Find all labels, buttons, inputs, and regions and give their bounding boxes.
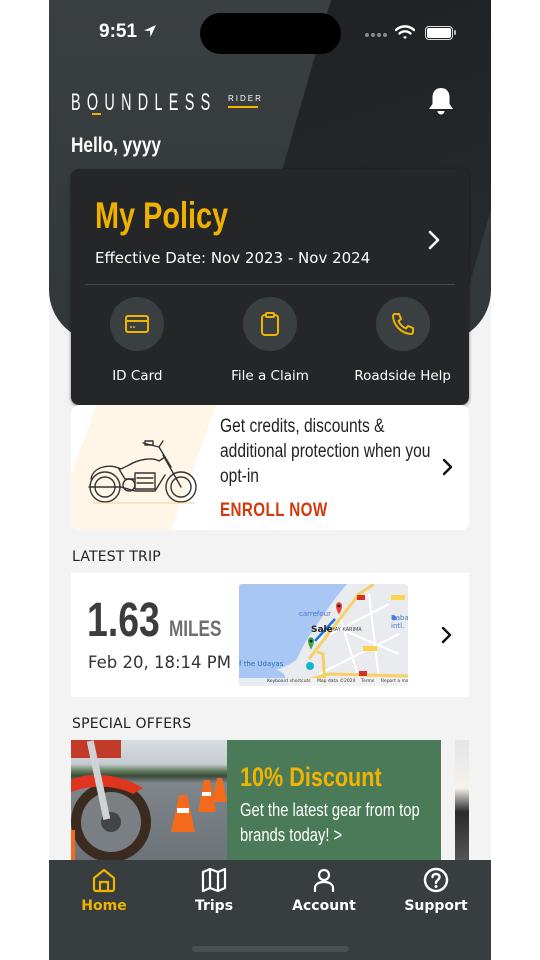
offer-photo bbox=[71, 740, 227, 860]
signal-dots-icon bbox=[365, 33, 387, 37]
tab-trips[interactable]: Trips bbox=[159, 866, 269, 914]
battery-icon bbox=[425, 26, 456, 40]
motorcycle-illustration bbox=[88, 440, 197, 504]
map-attribution-terms[interactable]: Terms bbox=[361, 679, 374, 684]
map-label-district: HAY KARIMA bbox=[331, 627, 362, 633]
trip-distance: 1.63 MILES bbox=[87, 593, 236, 648]
offer-title: 10% Discount bbox=[240, 762, 382, 792]
trip-route-map[interactable]: carrefour Sale HAY KARIMA f the Udayas R… bbox=[239, 584, 408, 686]
roadside-help-button[interactable]: Roadside Help bbox=[336, 297, 469, 384]
special-offers-carousel[interactable]: 10% Discount Get the latest gear from to… bbox=[71, 740, 491, 860]
bottom-tab-bar: Home Trips Account Support bbox=[49, 860, 491, 960]
enroll-now-link[interactable]: ENROLL NOW bbox=[220, 500, 328, 522]
special-offers-heading: SPECIAL OFFERS bbox=[72, 716, 192, 732]
chevron-right-icon[interactable] bbox=[441, 457, 453, 477]
user-icon bbox=[313, 868, 335, 893]
map-label-poi: f the Udayas bbox=[239, 660, 284, 668]
map-attribution-keyboard[interactable]: Keyboard shortcuts bbox=[267, 679, 311, 684]
status-bar: 9:51 bbox=[49, 0, 491, 64]
trip-date: Feb 20, 18:14 PM bbox=[88, 653, 231, 672]
file-claim-button[interactable]: File a Claim bbox=[204, 297, 337, 384]
enroll-description: Get credits, discounts & additional prot… bbox=[220, 416, 431, 487]
latest-trip-heading: LATEST TRIP bbox=[72, 549, 161, 565]
enroll-banner[interactable]: Get credits, discounts & additional prot… bbox=[71, 405, 469, 530]
policy-effective-date: Effective Date: Nov 2023 - Nov 2024 bbox=[95, 249, 371, 267]
chevron-right-icon[interactable] bbox=[440, 625, 452, 645]
map-graphic bbox=[239, 584, 408, 686]
latest-trip-card[interactable]: 1.63 MILES Feb 20, 18:14 PM carrefour Sa… bbox=[71, 573, 469, 697]
policy-card[interactable]: My Policy Effective Date: Nov 2023 - Nov… bbox=[71, 169, 469, 405]
id-card-icon bbox=[125, 315, 150, 333]
tab-account[interactable]: Account bbox=[269, 866, 379, 914]
status-time: 9:51 bbox=[99, 21, 138, 42]
home-indicator[interactable] bbox=[192, 946, 349, 952]
id-card-button[interactable]: ID Card bbox=[71, 297, 204, 384]
divider bbox=[85, 284, 455, 285]
map-icon bbox=[201, 867, 227, 893]
map-label-airport: Raba intl. bbox=[391, 614, 408, 630]
phone-icon bbox=[391, 313, 414, 335]
wifi-icon bbox=[395, 25, 415, 39]
chevron-right-icon[interactable] bbox=[427, 229, 441, 251]
offer-card[interactable]: 10% Discount Get the latest gear from to… bbox=[71, 740, 441, 860]
location-arrow-icon bbox=[144, 25, 156, 37]
map-attribution-report[interactable]: Report a map bbox=[381, 679, 408, 684]
offer-content: 10% Discount Get the latest gear from to… bbox=[227, 740, 441, 860]
policy-title: My Policy bbox=[95, 195, 229, 236]
clipboard-icon bbox=[261, 312, 279, 336]
dynamic-island bbox=[200, 13, 341, 54]
home-icon bbox=[92, 868, 116, 893]
boundless-rider-logo: BOUNDLESS RIDER bbox=[71, 89, 263, 116]
notification-bell-icon[interactable] bbox=[427, 86, 455, 116]
trip-distance-value: 1.63 bbox=[87, 594, 160, 647]
help-icon bbox=[423, 867, 449, 893]
map-label-city: Sale bbox=[311, 625, 333, 635]
map-label-carrefour: carrefour bbox=[299, 610, 331, 618]
trip-distance-unit: MILES bbox=[169, 616, 222, 641]
map-attribution-data: Map data ©2024 bbox=[317, 679, 356, 684]
offer-description: Get the latest gear from top brands toda… bbox=[240, 800, 420, 845]
home-screen: 9:51 BOUNDLESS RIDER Hello, yyyy My Poli… bbox=[49, 0, 491, 960]
tab-support[interactable]: Support bbox=[381, 866, 491, 914]
tab-home[interactable]: Home bbox=[49, 866, 159, 914]
next-offer-card-peek[interactable] bbox=[455, 740, 469, 860]
greeting: Hello, yyyy bbox=[71, 134, 161, 157]
